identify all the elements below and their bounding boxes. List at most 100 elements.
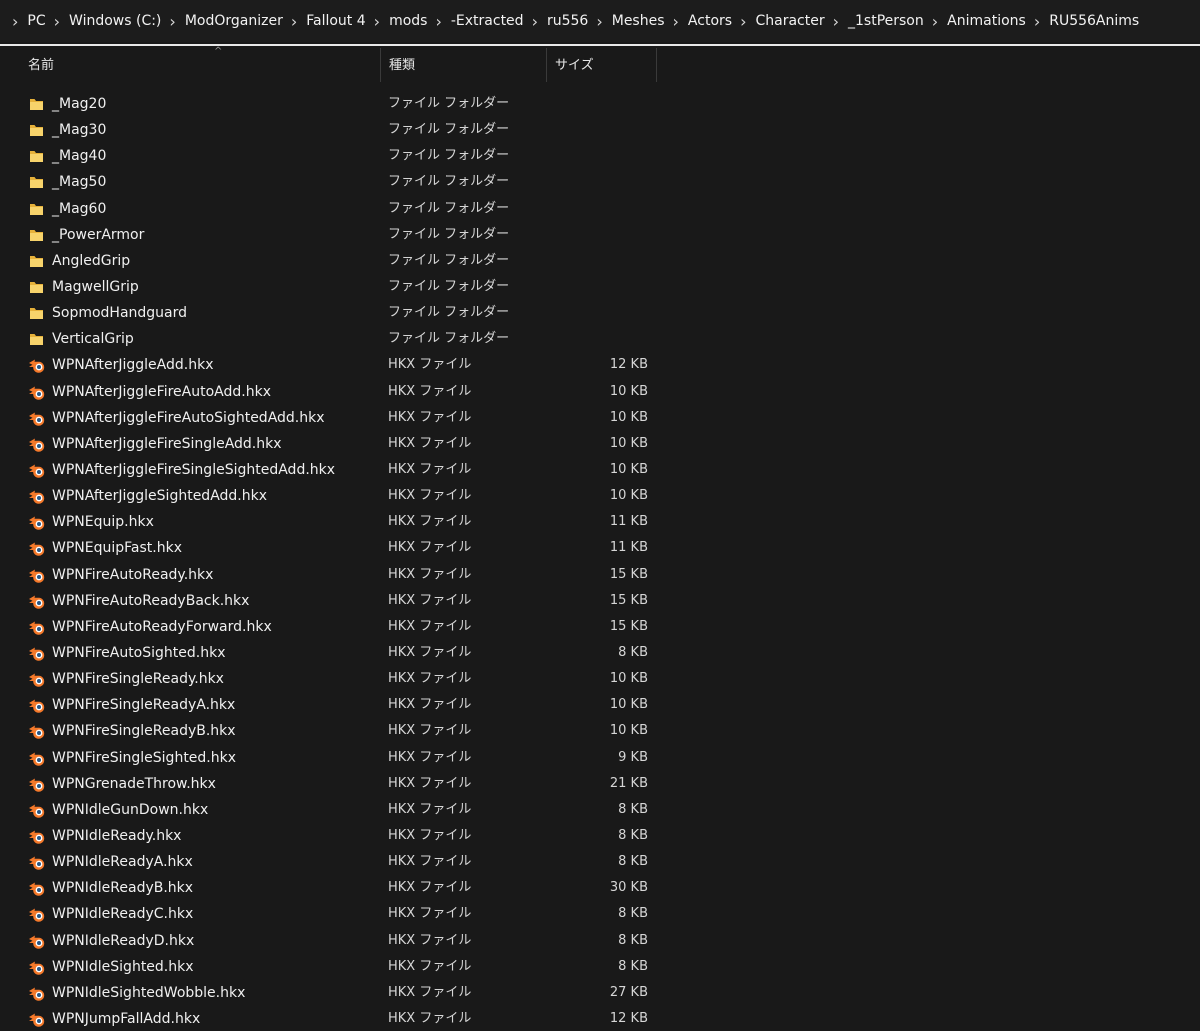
- file-name: WPNGrenadeThrow.hkx: [52, 775, 216, 792]
- list-item[interactable]: _Mag50 ファイル フォルダー: [0, 169, 1200, 195]
- chevron-right-icon[interactable]: ›: [167, 12, 184, 31]
- blender-file-icon: [28, 802, 45, 818]
- list-item[interactable]: WPNJumpFallAdd.hkx HKX ファイル 12 KB: [0, 1006, 1200, 1031]
- list-item[interactable]: WPNFireAutoReady.hkx HKX ファイル 15 KB: [0, 562, 1200, 588]
- file-type: HKX ファイル: [388, 566, 472, 582]
- list-item[interactable]: WPNIdleReadyA.hkx HKX ファイル 8 KB: [0, 849, 1200, 875]
- file-type: HKX ファイル: [388, 827, 472, 843]
- list-item[interactable]: WPNIdleReadyD.hkx HKX ファイル 8 KB: [0, 928, 1200, 954]
- file-size: 8 KB: [618, 827, 648, 843]
- file-name: WPNFireSingleReadyB.hkx: [52, 723, 236, 740]
- sort-ascending-icon: ^: [214, 46, 223, 57]
- file-size: 15 KB: [609, 618, 648, 634]
- list-item[interactable]: WPNFireSingleReady.hkx HKX ファイル 10 KB: [0, 666, 1200, 692]
- file-name: WPNEquipFast.hkx: [52, 540, 182, 557]
- list-item[interactable]: WPNFireSingleReadyA.hkx HKX ファイル 10 KB: [0, 692, 1200, 718]
- list-item[interactable]: _PowerArmor ファイル フォルダー: [0, 222, 1200, 248]
- chevron-right-icon[interactable]: ›: [372, 12, 389, 31]
- chevron-right-icon[interactable]: ›: [831, 12, 848, 31]
- blender-file-icon: [28, 933, 45, 949]
- file-type: HKX ファイル: [388, 984, 472, 1000]
- chevron-right-icon[interactable]: ›: [671, 12, 688, 31]
- list-item[interactable]: WPNIdleReady.hkx HKX ファイル 8 KB: [0, 823, 1200, 849]
- file-type: HKX ファイル: [388, 644, 472, 660]
- list-item[interactable]: WPNGrenadeThrow.hkx HKX ファイル 21 KB: [0, 771, 1200, 797]
- list-item[interactable]: _Mag60 ファイル フォルダー: [0, 196, 1200, 222]
- list-item[interactable]: WPNFireAutoReadyForward.hkx HKX ファイル 15 KB: [0, 614, 1200, 640]
- list-item[interactable]: WPNAfterJiggleFireSingleAdd.hkx HKX ファイル 1…: [0, 431, 1200, 457]
- file-type: ファイル フォルダー: [388, 252, 510, 268]
- file-size: 12 KB: [609, 1010, 648, 1026]
- list-item[interactable]: WPNFireSingleReadyB.hkx HKX ファイル 10 KB: [0, 718, 1200, 744]
- list-item[interactable]: _Mag20 ファイル フォルダー: [0, 91, 1200, 117]
- chevron-right-icon[interactable]: ›: [1032, 12, 1049, 31]
- chevron-right-icon[interactable]: ›: [289, 12, 306, 31]
- chevron-right-icon[interactable]: ›: [930, 12, 947, 31]
- file-type: ファイル フォルダー: [388, 174, 510, 190]
- list-item[interactable]: _Mag40 ファイル フォルダー: [0, 143, 1200, 169]
- file-name: _Mag40: [52, 148, 107, 165]
- file-size: 8 KB: [618, 958, 648, 974]
- list-item[interactable]: WPNIdleReadyB.hkx HKX ファイル 30 KB: [0, 875, 1200, 901]
- column-header-name[interactable]: 名前 ^: [20, 46, 380, 82]
- chevron-right-icon[interactable]: ›: [738, 12, 755, 31]
- file-type: ファイル フォルダー: [388, 305, 510, 321]
- list-item[interactable]: WPNIdleSighted.hkx HKX ファイル 8 KB: [0, 954, 1200, 980]
- breadcrumb-item[interactable]: Animations: [947, 13, 1032, 29]
- column-header-type[interactable]: 種類: [380, 48, 546, 82]
- blender-file-icon: [28, 567, 45, 583]
- list-item[interactable]: WPNAfterJiggleFireAutoSightedAdd.hkx HKX …: [0, 405, 1200, 431]
- list-item[interactable]: WPNAfterJiggleAdd.hkx HKX ファイル 12 KB: [0, 352, 1200, 378]
- file-size: 10 KB: [609, 409, 648, 425]
- column-header: 名前 ^ 種類 サイズ: [0, 46, 1200, 82]
- list-item[interactable]: WPNAfterJiggleFireSingleSightedAdd.hkx HK…: [0, 457, 1200, 483]
- list-item[interactable]: WPNFireAutoSighted.hkx HKX ファイル 8 KB: [0, 640, 1200, 666]
- chevron-right-icon[interactable]: ›: [530, 12, 547, 31]
- breadcrumb-item[interactable]: _1stPerson: [848, 13, 930, 29]
- list-item[interactable]: WPNIdleSightedWobble.hkx HKX ファイル 27 KB: [0, 980, 1200, 1006]
- blender-file-icon: [28, 697, 45, 714]
- breadcrumb-item[interactable]: Fallout 4: [306, 13, 371, 29]
- list-item[interactable]: WPNEquipFast.hkx HKX ファイル 11 KB: [0, 535, 1200, 561]
- list-item[interactable]: _Mag30 ファイル フォルダー: [0, 117, 1200, 143]
- list-item[interactable]: WPNEquip.hkx HKX ファイル 11 KB: [0, 509, 1200, 535]
- breadcrumb-item[interactable]: -Extracted: [451, 13, 530, 29]
- breadcrumb-item[interactable]: ru556: [547, 13, 594, 29]
- breadcrumb-item[interactable]: Meshes: [612, 13, 671, 29]
- list-item[interactable]: WPNIdleReadyC.hkx HKX ファイル 8 KB: [0, 901, 1200, 927]
- blender-file-icon: [28, 593, 45, 609]
- file-name: WPNAfterJiggleFireAutoSightedAdd.hkx: [52, 409, 325, 426]
- file-type: ファイル フォルダー: [388, 226, 510, 242]
- chevron-right-icon[interactable]: ›: [52, 12, 69, 31]
- list-item[interactable]: MagwellGrip ファイル フォルダー: [0, 274, 1200, 300]
- list-item[interactable]: WPNIdleGunDown.hkx HKX ファイル 8 KB: [0, 797, 1200, 823]
- file-size: 10 KB: [609, 488, 648, 504]
- breadcrumb-item[interactable]: ModOrganizer: [185, 13, 289, 29]
- breadcrumb-item[interactable]: Actors: [688, 13, 738, 29]
- breadcrumb-item[interactable]: mods: [389, 13, 433, 29]
- file-size: 10 KB: [609, 435, 648, 451]
- file-size: 10 KB: [609, 383, 648, 399]
- blender-file-icon: [28, 384, 45, 400]
- chevron-right-icon[interactable]: ›: [10, 12, 27, 31]
- column-header-size[interactable]: サイズ: [546, 48, 657, 82]
- list-item[interactable]: WPNAfterJiggleFireAutoAdd.hkx HKX ファイル 10 …: [0, 379, 1200, 405]
- folder-icon: [28, 331, 45, 347]
- list-item[interactable]: VerticalGrip ファイル フォルダー: [0, 326, 1200, 352]
- list-item[interactable]: WPNFireSingleSighted.hkx HKX ファイル 9 KB: [0, 745, 1200, 771]
- file-name: WPNFireAutoReady.hkx: [52, 566, 214, 583]
- breadcrumb-item[interactable]: RU556Anims: [1049, 13, 1145, 29]
- breadcrumb-item[interactable]: PC: [27, 13, 51, 29]
- breadcrumb-item[interactable]: Windows (C:): [69, 13, 167, 29]
- file-name: MagwellGrip: [52, 278, 139, 295]
- file-size: 8 KB: [618, 906, 648, 922]
- chevron-right-icon[interactable]: ›: [594, 12, 611, 31]
- list-item[interactable]: WPNAfterJiggleSightedAdd.hkx HKX ファイル 10 K…: [0, 483, 1200, 509]
- chevron-right-icon[interactable]: ›: [433, 12, 450, 31]
- breadcrumb-item[interactable]: Character: [755, 13, 830, 29]
- file-size: 10 KB: [609, 671, 648, 687]
- list-item[interactable]: SopmodHandguard ファイル フォルダー: [0, 300, 1200, 326]
- list-item[interactable]: WPNFireAutoReadyBack.hkx HKX ファイル 15 KB: [0, 588, 1200, 614]
- list-item[interactable]: AngledGrip ファイル フォルダー: [0, 248, 1200, 274]
- address-bar[interactable]: › PC › Windows (C:) › ModOrganizer › Fallout 4 ›…: [0, 0, 1200, 42]
